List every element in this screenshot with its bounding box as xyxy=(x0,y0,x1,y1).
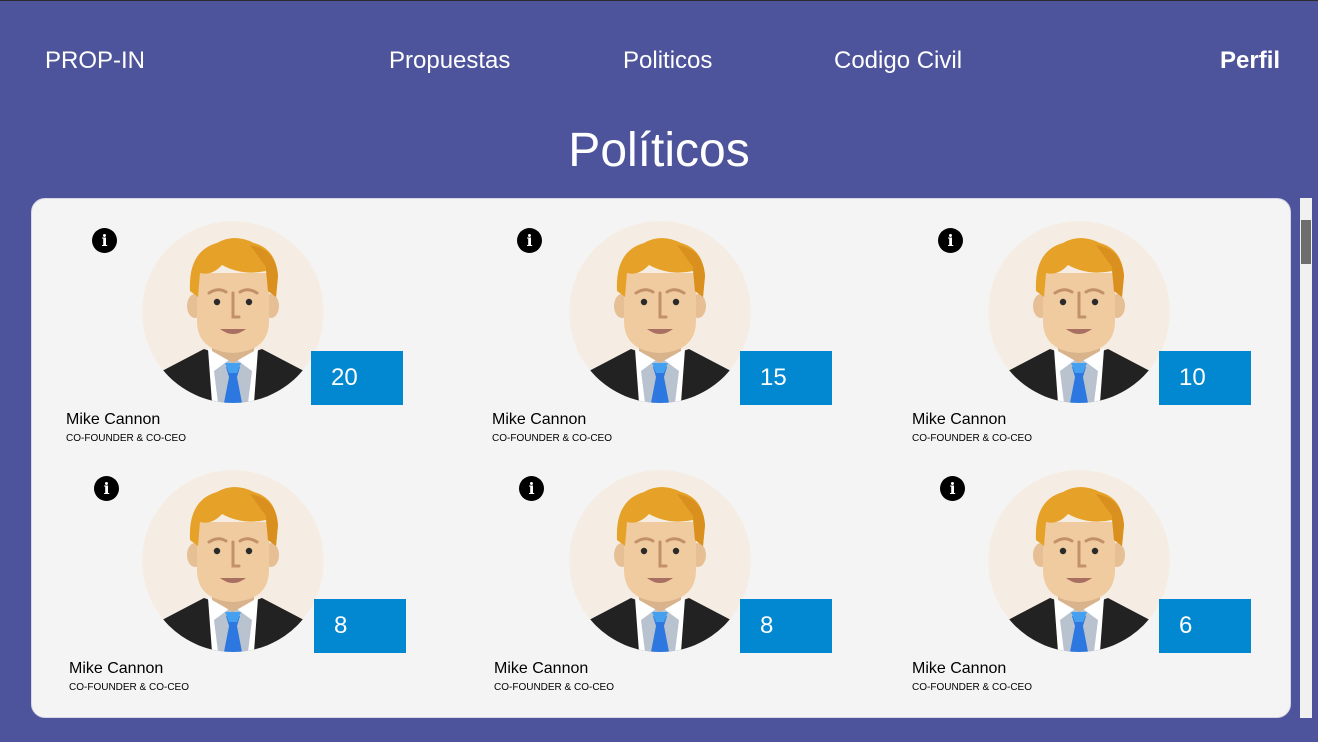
nav-link-codigo-civil[interactable]: Codigo Civil xyxy=(834,46,962,76)
info-icon[interactable]: i xyxy=(938,228,963,253)
window-top-border xyxy=(0,0,1318,1)
brand-link[interactable]: PROP-IN xyxy=(45,46,145,76)
avatar xyxy=(142,470,324,652)
info-icon[interactable]: i xyxy=(92,228,117,253)
politician-role: CO-FOUNDER & CO-CEO xyxy=(912,433,1032,444)
politician-name: Mike Cannon xyxy=(912,660,1007,677)
nav-link-propuestas[interactable]: Propuestas xyxy=(389,46,510,76)
info-icon[interactable]: i xyxy=(517,228,542,253)
politician-role: CO-FOUNDER & CO-CEO xyxy=(69,682,189,693)
politician-card[interactable]: i 8 Mike Cannon CO-FOUNDER & CO-CEO xyxy=(69,470,447,703)
politician-role: CO-FOUNDER & CO-CEO xyxy=(66,433,186,444)
avatar xyxy=(988,470,1170,652)
politician-name: Mike Cannon xyxy=(69,660,164,677)
politicians-panel: i 20 Mike Cannon CO-FOUNDER & CO-CEO i 1… xyxy=(31,198,1291,718)
avatar xyxy=(988,221,1170,403)
avatar xyxy=(569,470,751,652)
score-badge: 15 xyxy=(740,351,832,405)
info-icon[interactable]: i xyxy=(519,476,544,501)
nav-link-perfil[interactable]: Perfil xyxy=(1220,46,1280,76)
score-badge: 8 xyxy=(740,599,832,653)
avatar xyxy=(142,221,324,403)
score-badge: 6 xyxy=(1159,599,1251,653)
politician-card[interactable]: i 6 Mike Cannon CO-FOUNDER & CO-CEO xyxy=(912,470,1290,703)
avatar xyxy=(569,221,751,403)
info-icon[interactable]: i xyxy=(940,476,965,501)
politician-card[interactable]: i 15 Mike Cannon CO-FOUNDER & CO-CEO xyxy=(492,221,874,454)
nav-link-politicos[interactable]: Politicos xyxy=(623,46,712,76)
politician-role: CO-FOUNDER & CO-CEO xyxy=(912,682,1032,693)
score-badge: 10 xyxy=(1159,351,1251,405)
politician-role: CO-FOUNDER & CO-CEO xyxy=(494,682,614,693)
politician-name: Mike Cannon xyxy=(66,411,161,428)
panel-scrollbar[interactable] xyxy=(1300,198,1312,718)
score-badge: 8 xyxy=(314,599,406,653)
politician-card[interactable]: i 8 Mike Cannon CO-FOUNDER & CO-CEO xyxy=(494,470,874,703)
info-icon[interactable]: i xyxy=(94,476,119,501)
politician-name: Mike Cannon xyxy=(494,660,589,677)
politician-role: CO-FOUNDER & CO-CEO xyxy=(492,433,612,444)
score-badge: 20 xyxy=(311,351,403,405)
page-title: Políticos xyxy=(568,124,750,177)
politician-name: Mike Cannon xyxy=(492,411,587,428)
politician-card[interactable]: i 20 Mike Cannon CO-FOUNDER & CO-CEO xyxy=(66,221,447,454)
politician-card[interactable]: i 10 Mike Cannon CO-FOUNDER & CO-CEO xyxy=(912,221,1290,454)
politician-name: Mike Cannon xyxy=(912,411,1007,428)
scrollbar-thumb[interactable] xyxy=(1301,220,1311,264)
